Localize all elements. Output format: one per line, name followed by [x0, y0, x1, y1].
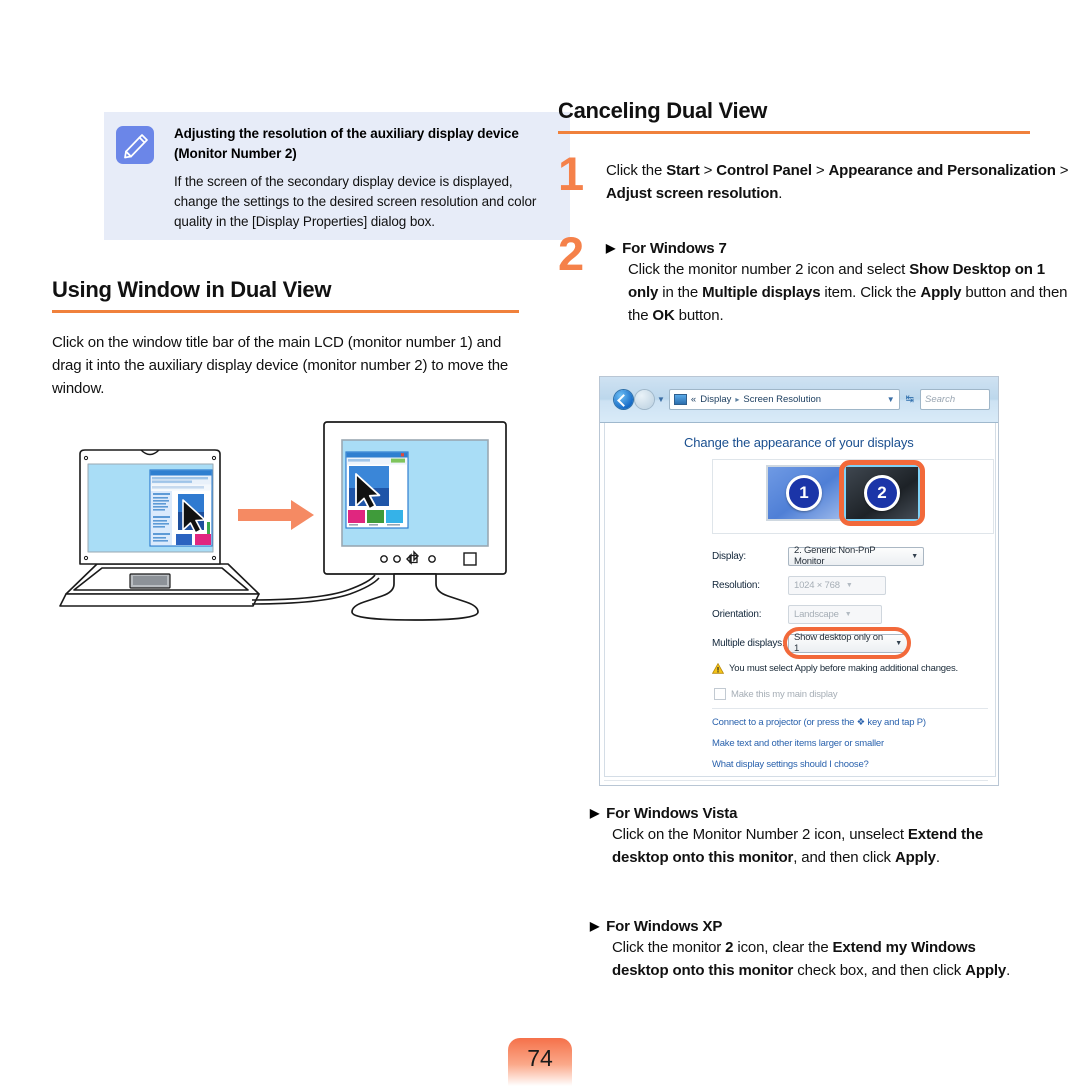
step-2-text: Click the monitor number 2 icon and sele…	[628, 261, 1068, 324]
breadcrumb-chevron-down-icon[interactable]: ▼	[887, 395, 895, 404]
note-box: Adjusting the resolution of the auxiliar…	[104, 112, 570, 240]
field-orientation: Orientation: Landscape ▼	[712, 604, 882, 624]
breadcrumb[interactable]: « Display ▸ Screen Resolution ▼	[668, 389, 900, 410]
resolution-select-value: 1024 × 768	[794, 579, 840, 591]
monitor-2-highlight-annotation	[839, 460, 925, 526]
bullet-windows-xp: ▶ For Windows XP	[590, 918, 723, 935]
triangle-bullet-icon: ▶	[590, 806, 600, 820]
display-icon	[673, 394, 687, 405]
field-resolution: Resolution: 1024 × 768 ▼	[712, 575, 886, 595]
checkbox-icon[interactable]	[714, 688, 726, 700]
monitor-1-label: 1	[786, 475, 822, 511]
warning-text: You must select Apply before making addi…	[729, 663, 958, 674]
xp-text: Click the monitor 2 icon, clear the Exte…	[612, 939, 1011, 979]
field-display: Display: 2. Generic Non-PnP Monitor ▼	[712, 545, 924, 567]
orientation-select[interactable]: Landscape ▼	[788, 604, 882, 624]
note-body: Adjusting the resolution of the auxiliar…	[174, 124, 556, 231]
section-title: Canceling Dual View	[558, 98, 768, 123]
search-input[interactable]: Search	[920, 389, 990, 410]
back-button-icon[interactable]	[614, 390, 633, 409]
left-paragraph: Click on the window title bar of the mai…	[52, 334, 509, 397]
warning-icon	[711, 662, 725, 674]
orientation-select-value: Landscape	[794, 608, 839, 620]
chevron-down-icon: ▼	[844, 610, 852, 618]
right-section-heading-group: Canceling Dual View	[558, 98, 1030, 134]
monitor-1-icon[interactable]: 1	[766, 465, 842, 521]
step-1-text: Click the Start > Control Panel > Appear…	[606, 162, 1069, 202]
display-select[interactable]: 2. Generic Non-PnP Monitor ▼	[788, 545, 924, 567]
field-label: Orientation:	[712, 608, 762, 620]
dialog-heading: Change the appearance of your displays	[684, 435, 914, 450]
triangle-bullet-icon: ▶	[590, 919, 600, 933]
field-label: Multiple displays:	[712, 637, 785, 649]
breadcrumb-separator-icon: ▸	[735, 395, 740, 404]
heading-rule	[52, 310, 519, 313]
step-1: 1 Click the Start > Control Panel > Appe…	[558, 150, 1078, 206]
vista-text: Click on the Monitor Number 2 icon, unse…	[612, 826, 984, 866]
step-number: 1	[558, 147, 585, 200]
note-title: Adjusting the resolution of the auxiliar…	[174, 126, 519, 161]
multiple-displays-highlight-annotation	[783, 627, 911, 659]
link-connect-projector[interactable]: Connect to a projector (or press the ❖ k…	[712, 717, 926, 728]
address-bar: ▼ « Display ▸ Screen Resolution ▼ ↹ Sear…	[614, 389, 990, 410]
link-make-text-larger[interactable]: Make text and other items larger or smal…	[712, 738, 884, 749]
main-display-checkbox-row[interactable]: Make this my main display	[714, 688, 838, 700]
bullet-windows7: ▶ For Windows 7	[606, 240, 727, 257]
triangle-bullet-icon: ▶	[606, 241, 616, 255]
note-text: If the screen of the secondary display d…	[174, 174, 537, 229]
bullet-group-vista: ▶ For Windows Vista Click on the Monitor …	[590, 805, 1030, 870]
warning-message: You must select Apply before making addi…	[711, 662, 958, 674]
resolution-select[interactable]: 1024 × 768 ▼	[788, 575, 886, 595]
forward-button-icon[interactable]	[635, 390, 654, 409]
manual-page: Adjusting the resolution of the auxiliar…	[0, 0, 1080, 1086]
divider	[712, 708, 988, 709]
history-chevron-down-icon[interactable]: ▼	[657, 395, 665, 404]
page-title: Using Window in Dual View	[52, 277, 332, 302]
laptop-to-external-monitor-diagram	[52, 412, 522, 628]
breadcrumb-chevrons: «	[690, 394, 697, 405]
page-number-badge: 74	[508, 1038, 572, 1086]
left-section: Using Window in Dual View Click on the w…	[52, 277, 519, 400]
link-what-display-settings[interactable]: What display settings should I choose?	[712, 759, 869, 770]
breadcrumb-leaf[interactable]: Screen Resolution	[743, 394, 821, 405]
chevron-down-icon: ▼	[845, 581, 853, 589]
display-select-value: 2. Generic Non-PnP Monitor	[794, 545, 876, 567]
chevron-down-icon: ▼	[911, 552, 918, 560]
breadcrumb-root[interactable]: Display	[700, 394, 731, 405]
step-2: 2 ▶ For Windows 7 Click the monitor numbe…	[558, 230, 1078, 327]
main-display-checkbox-label: Make this my main display	[731, 688, 838, 700]
refresh-icon[interactable]: ↹	[906, 394, 914, 405]
bullet-group-xp: ▶ For Windows XP Click the monitor 2 icon…	[590, 918, 1030, 983]
step-number: 2	[558, 227, 585, 280]
field-label: Resolution:	[712, 579, 760, 591]
pencil-note-icon	[116, 126, 154, 164]
heading-rule	[558, 131, 1030, 134]
field-label: Display:	[712, 550, 746, 562]
divider	[604, 780, 988, 781]
screen-resolution-dialog-screenshot: ▼ « Display ▸ Screen Resolution ▼ ↹ Sear…	[600, 377, 998, 785]
bullet-windows-vista: ▶ For Windows Vista	[590, 805, 738, 822]
